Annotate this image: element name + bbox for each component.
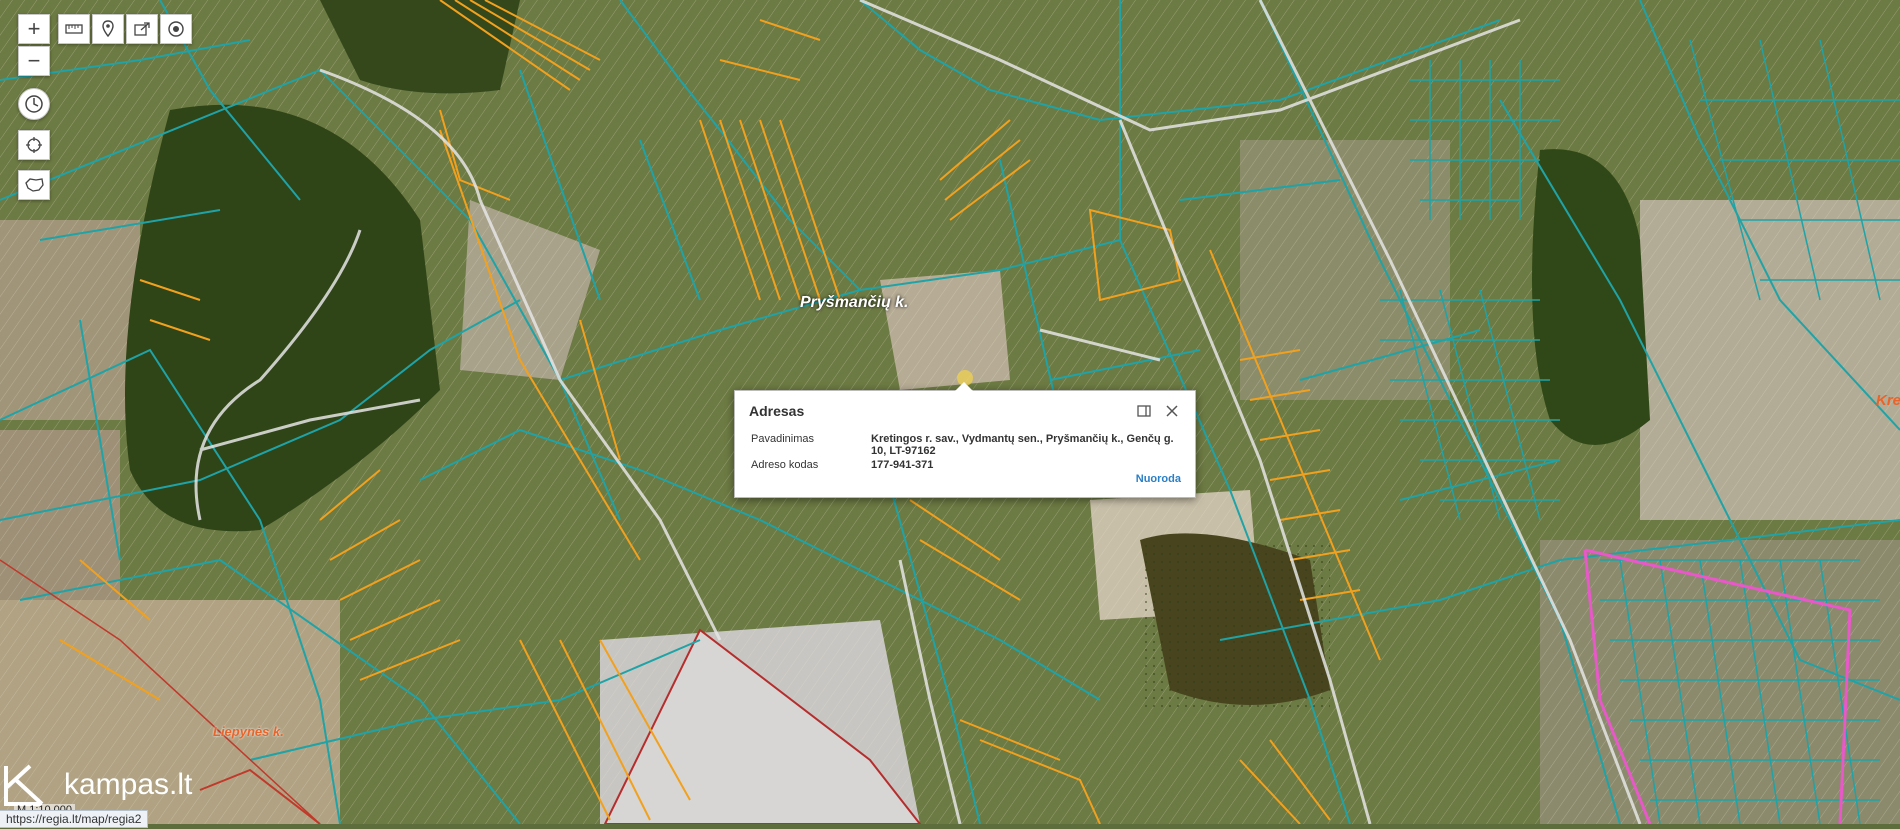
clock-icon: [25, 95, 43, 113]
location-button[interactable]: [92, 14, 124, 44]
map-pin-icon: [102, 20, 114, 38]
link-button[interactable]: Nuoroda: [1136, 473, 1181, 485]
crosshair-icon: [26, 137, 42, 153]
ruler-icon: [65, 24, 83, 34]
address-name-value: Kretingos r. sav., Vydmantų sen., Pryšma…: [871, 433, 1174, 457]
zoom-in-label: +: [27, 16, 41, 41]
lithuania-map-icon: [25, 178, 44, 192]
name-label: Pavadinimas: [751, 433, 814, 445]
history-button[interactable]: [18, 88, 50, 120]
zoom-in-button[interactable]: +: [18, 14, 50, 44]
target-icon: [168, 21, 184, 37]
status-url: https://regia.lt/map/regia2: [0, 810, 149, 828]
zoom-out-button[interactable]: −: [18, 46, 50, 76]
address-code-value: 177-941-371: [871, 459, 934, 471]
maximize-button[interactable]: [1136, 403, 1152, 419]
gps-button[interactable]: [160, 14, 192, 44]
share-button[interactable]: [126, 14, 158, 44]
share-icon: [134, 22, 150, 36]
measure-button[interactable]: [58, 14, 90, 44]
zoom-out-label: −: [27, 48, 41, 73]
address-code-label: Adreso kodas: [751, 459, 819, 471]
village-label-prysmanciu: Pryšmančių k.: [800, 294, 909, 311]
address-popup: Adresas Pavadinimas Kretingos r. sav., V…: [734, 382, 1196, 498]
kampas-logo-icon: [4, 764, 44, 806]
close-icon: [1166, 405, 1178, 417]
village-label-edge: Kre: [1876, 392, 1900, 409]
village-label-liepynes: Liepynės k.: [213, 724, 284, 739]
close-button[interactable]: [1164, 403, 1180, 419]
logo-text: kampas.lt: [64, 768, 193, 801]
country-extent-button[interactable]: [18, 170, 50, 200]
kampas-logo: kampas.lt: [2, 760, 242, 810]
locate-me-button[interactable]: [18, 130, 50, 160]
maximize-icon: [1137, 405, 1151, 417]
popup-title: Adresas: [749, 403, 805, 419]
